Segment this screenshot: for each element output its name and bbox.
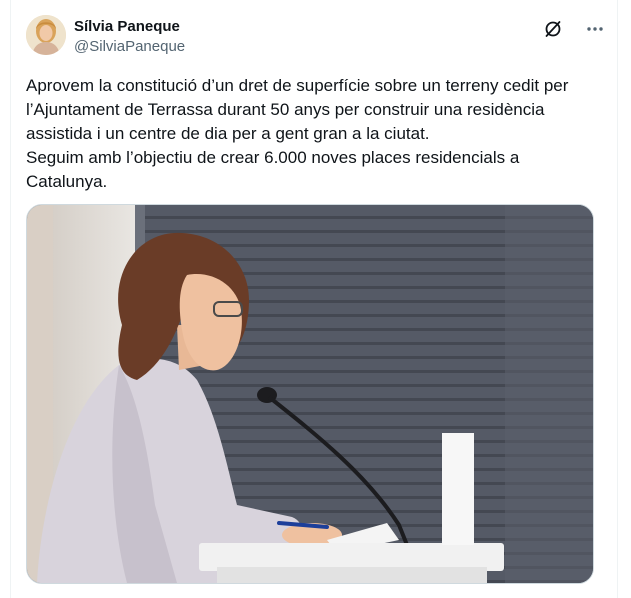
more-icon[interactable] <box>585 19 605 39</box>
photo-speaker-at-podium <box>27 205 593 583</box>
tweet-header: Sílvia Paneque @SilviaPaneque <box>26 15 605 61</box>
tweet-paragraph-1: Aprovem la constitució d’un dret de supe… <box>26 76 569 143</box>
avatar[interactable] <box>26 15 66 55</box>
tweet-photo[interactable] <box>26 204 594 584</box>
tweet-card: Sílvia Paneque @SilviaPaneque Aprovem la… <box>10 0 618 598</box>
grok-icon[interactable] <box>543 19 563 39</box>
display-name[interactable]: Sílvia Paneque <box>74 17 185 37</box>
author-names: Sílvia Paneque @SilviaPaneque <box>74 17 185 57</box>
tweet-paragraph-2: Seguim amb l’objectiu de crear 6.000 nov… <box>26 148 520 191</box>
tweet-text: Aprovem la constitució d’un dret de supe… <box>26 74 601 194</box>
avatar-image <box>26 15 66 55</box>
user-handle[interactable]: @SilviaPaneque <box>74 37 185 57</box>
